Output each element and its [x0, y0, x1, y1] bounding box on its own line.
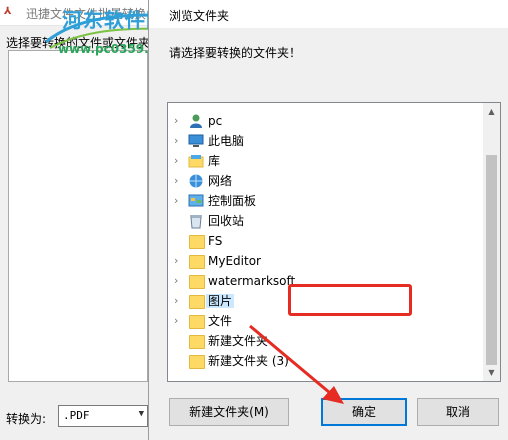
chevron-right-icon[interactable]: ›	[174, 294, 178, 308]
tree-item-library[interactable]: › 库	[168, 151, 484, 171]
chevron-right-icon[interactable]: ›	[174, 254, 178, 268]
tree-item-label: pc	[208, 114, 223, 128]
tree-item-label: 此电脑	[208, 134, 245, 148]
folder-tree[interactable]: › pc › 此电脑 › 库 › 网络 › 控制面板 回收站 FS › MyEd…	[167, 102, 501, 382]
user-icon	[190, 114, 202, 128]
tree-item-label: 图片	[206, 294, 235, 308]
tree-item-new-folder-3[interactable]: 新建文件夹 (3)	[168, 351, 484, 371]
folder-icon	[188, 273, 205, 289]
tree-item-label: watermarksoft	[208, 274, 296, 288]
tree-item-label: 新建文件夹 (3)	[208, 354, 289, 368]
scrollbar-thumb[interactable]	[486, 155, 497, 365]
tree-item-label: 文件	[208, 314, 233, 328]
computer-icon	[188, 134, 204, 147]
dialog-prompt: 请选择要转换的文件夹！	[169, 46, 302, 60]
folder-icon	[188, 293, 205, 309]
chevron-down-icon: ▼	[138, 409, 144, 419]
folder-icon	[188, 333, 205, 349]
folder-icon	[188, 233, 205, 249]
tree-item-label: 库	[208, 154, 221, 168]
network-icon	[189, 174, 203, 188]
file-list-panel[interactable]	[8, 50, 148, 382]
chevron-right-icon[interactable]: ›	[174, 274, 178, 288]
tree-item-fs[interactable]: FS	[168, 231, 484, 251]
tree-item-label: 网络	[208, 174, 233, 188]
tree-item-this-pc[interactable]: › 此电脑	[168, 131, 484, 151]
app-logo-icon: ⅄	[4, 6, 12, 17]
recycle-bin-icon	[190, 215, 202, 229]
tree-item-myeditor[interactable]: › MyEditor	[168, 251, 484, 271]
convert-to-label: 转换为:	[6, 412, 47, 426]
library-icon	[188, 155, 204, 168]
tree-item-label: 控制面板	[208, 194, 257, 208]
tree-scrollbar[interactable]: ▲ ▼	[483, 103, 500, 381]
format-select-value: .PDF	[63, 409, 90, 422]
folder-icon	[188, 253, 205, 269]
tree-item-new-folder[interactable]: 新建文件夹	[168, 331, 484, 351]
tree-item-label: 回收站	[208, 214, 245, 228]
scroll-up-icon[interactable]: ▲	[483, 103, 500, 120]
tree-item-pc[interactable]: › pc	[168, 111, 484, 131]
cancel-button[interactable]: 取消	[417, 398, 499, 426]
tree-item-network[interactable]: › 网络	[168, 171, 484, 191]
chevron-right-icon[interactable]: ›	[174, 154, 178, 168]
chevron-right-icon[interactable]: ›	[174, 134, 178, 148]
tree-item-label: 新建文件夹	[208, 334, 269, 348]
chevron-right-icon[interactable]: ›	[174, 114, 178, 128]
folder-icon	[188, 353, 205, 369]
chevron-right-icon[interactable]: ›	[174, 194, 178, 208]
control-panel-icon	[188, 194, 204, 207]
new-folder-button[interactable]: 新建文件夹(M)	[169, 398, 289, 426]
tree-item-control-panel[interactable]: › 控制面板	[168, 191, 484, 211]
dialog-title-bar: 浏览文件夹	[149, 0, 508, 28]
chevron-right-icon[interactable]: ›	[174, 314, 178, 328]
dialog-title: 浏览文件夹	[169, 9, 230, 23]
tree-item-label: FS	[208, 234, 223, 248]
selection-highlight-annotation	[288, 284, 412, 316]
tree-item-label: MyEditor	[208, 254, 261, 268]
browse-folder-dialog: 浏览文件夹 请选择要转换的文件夹！ › pc › 此电脑 › 库 › 网络 › …	[148, 0, 508, 440]
chevron-right-icon[interactable]: ›	[174, 174, 178, 188]
format-select[interactable]: .PDF ▼	[58, 405, 148, 427]
ok-button[interactable]: 确定	[321, 398, 407, 426]
folder-icon	[188, 313, 205, 329]
scroll-down-icon[interactable]: ▼	[483, 364, 500, 381]
tree-item-recycle-bin[interactable]: 回收站	[168, 211, 484, 231]
